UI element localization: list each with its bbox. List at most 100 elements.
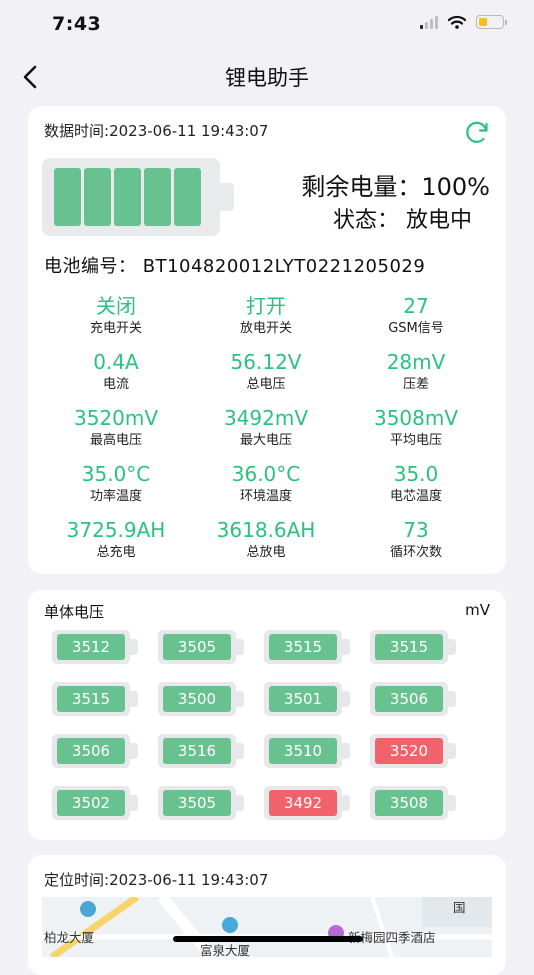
cell-voltage-13: 3502: [52, 786, 140, 820]
metric-total-charge: 3725.9AH 总充电: [41, 518, 191, 562]
metric-cycle-count: 73 循环次数: [341, 518, 491, 562]
remaining-charge: 剩余电量：100%: [301, 173, 490, 201]
metric-total-voltage: 56.12V 总电压: [191, 350, 341, 394]
metric-label: 电芯温度: [389, 489, 442, 504]
metric-value: 0.4A: [93, 350, 139, 374]
cell-voltage-7: 3501: [264, 682, 352, 716]
metric-value: 3508mV: [373, 406, 459, 430]
cell-voltage-15: 3492: [264, 786, 352, 820]
metric-voltage-diff: 28mV 压差: [341, 350, 491, 394]
refresh-icon[interactable]: [462, 117, 492, 147]
location-map[interactable]: 柏龙大厦 新梅园四季酒店 富泉大厦 国: [42, 897, 492, 957]
metric-label: 功率温度: [89, 489, 142, 504]
cell-voltage-value: 3505: [163, 634, 231, 660]
battery-number-label: 电池编号：: [44, 256, 137, 277]
metric-gsm-signal: 27 GSM信号: [341, 294, 491, 338]
metric-label: 总充电: [96, 545, 136, 560]
metric-label: GSM信号: [388, 321, 444, 336]
cellular-signal-icon: [420, 15, 438, 29]
cell-voltage-8: 3506: [370, 682, 458, 716]
battery-segment: [144, 168, 171, 226]
metric-value: 3492mV: [223, 406, 309, 430]
cell-voltage-14: 3505: [158, 786, 246, 820]
wifi-icon: [448, 15, 466, 29]
cell-voltage-value: 3515: [57, 686, 125, 712]
metric-value: 56.12V: [230, 350, 302, 374]
metric-label: 环境温度: [239, 489, 292, 504]
metric-label: 平均电压: [389, 433, 442, 448]
metric-max-voltage: 3492mV 最大电压: [191, 406, 341, 450]
data-time: 数据时间:2023-06-11 19:43:07: [44, 120, 268, 141]
metric-value: 28mV: [386, 350, 446, 374]
status-time: 7:43: [52, 13, 102, 35]
cell-voltage-6: 3500: [158, 682, 246, 716]
battery-level-icon: [42, 158, 234, 236]
metric-value: 3520mV: [73, 406, 159, 430]
battery-status-icon: [476, 15, 507, 29]
metric-discharge-switch: 打开 放电开关: [191, 294, 341, 338]
battery-number: 电池编号： BT104820012LYT0221205029: [44, 252, 425, 278]
battery-segment: [114, 168, 141, 226]
metric-label: 压差: [402, 377, 429, 392]
cell-voltage-value: 3520: [375, 738, 443, 764]
metric-label: 总放电: [246, 545, 286, 560]
cell-voltage-value: 3500: [163, 686, 231, 712]
status-bar: 7:43: [0, 0, 534, 50]
page-title: 锂电助手: [225, 66, 309, 90]
home-indicator: [173, 936, 363, 942]
map-label: 柏龙大厦: [44, 930, 95, 945]
metric-total-discharge: 3618.6AH 总放电: [191, 518, 341, 562]
location-time-label: 定位时间:: [44, 871, 110, 889]
cell-voltage-value: 3501: [269, 686, 337, 712]
status-icons: [420, 15, 507, 29]
location-time: 定位时间:2023-06-11 19:43:07: [44, 869, 268, 890]
cell-voltage-16: 3508: [370, 786, 458, 820]
cell-voltage-value: 3505: [163, 790, 231, 816]
map-label: 国: [453, 900, 466, 915]
cell-voltage-12: 3520: [370, 734, 458, 768]
cell-voltage-10: 3516: [158, 734, 246, 768]
cell-voltage-value: 3506: [375, 686, 443, 712]
building-icon: [222, 917, 238, 933]
metric-power-temperature: 35.0°C 功率温度: [41, 462, 191, 506]
metric-label: 放电开关: [239, 321, 292, 336]
metric-value: 3725.9AH: [66, 518, 166, 542]
metric-label: 最大电压: [239, 433, 292, 448]
building-icon: [80, 901, 96, 917]
metric-value: 3618.6AH: [216, 518, 316, 542]
data-time-value: 2023-06-11 19:43:07: [109, 122, 269, 140]
metric-label: 电流: [102, 377, 129, 392]
metric-value: 36.0°C: [231, 462, 301, 486]
cell-voltage-value: 3512: [57, 634, 125, 660]
metric-value: 关闭: [96, 294, 136, 318]
data-time-label: 数据时间:: [44, 122, 110, 140]
cell-voltage-9: 3506: [52, 734, 140, 768]
metric-label: 充电开关: [89, 321, 142, 336]
battery-state: 状态： 放电中: [333, 208, 472, 233]
metric-value: 73: [403, 518, 429, 542]
metric-ambient-temperature: 36.0°C 环境温度: [191, 462, 341, 506]
cell-voltage-title: 单体电压: [44, 603, 105, 621]
battery-segment: [54, 168, 81, 226]
cell-voltage-value: 3508: [375, 790, 443, 816]
location-time-value: 2023-06-11 19:43:07: [109, 871, 269, 889]
cell-voltage-value: 3515: [375, 634, 443, 660]
battery-segment: [84, 168, 111, 226]
metric-cell-temperature: 35.0 电芯温度: [341, 462, 491, 506]
cell-voltage-value: 3492: [269, 790, 337, 816]
metric-average-voltage: 3508mV 平均电压: [341, 406, 491, 450]
metric-value: 打开: [246, 294, 286, 318]
metric-charge-switch: 关闭 充电开关: [41, 294, 191, 338]
metric-label: 最高电压: [89, 433, 142, 448]
metric-label: 循环次数: [389, 545, 442, 560]
cell-voltage-unit: mV: [465, 601, 490, 619]
battery-number-value: BT104820012LYT0221205029: [142, 256, 426, 277]
cell-voltage-1: 3512: [52, 630, 140, 664]
metric-highest-voltage: 3520mV 最高电压: [41, 406, 191, 450]
cell-voltage-card: 单体电压 mV 3512 3505 3515 3515 3515 3500 35…: [28, 590, 506, 840]
cell-voltage-2: 3505: [158, 630, 246, 664]
cell-voltage-value: 3516: [163, 738, 231, 764]
cell-voltage-4: 3515: [370, 630, 458, 664]
battery-segment: [174, 168, 201, 226]
cell-voltage-3: 3515: [264, 630, 352, 664]
